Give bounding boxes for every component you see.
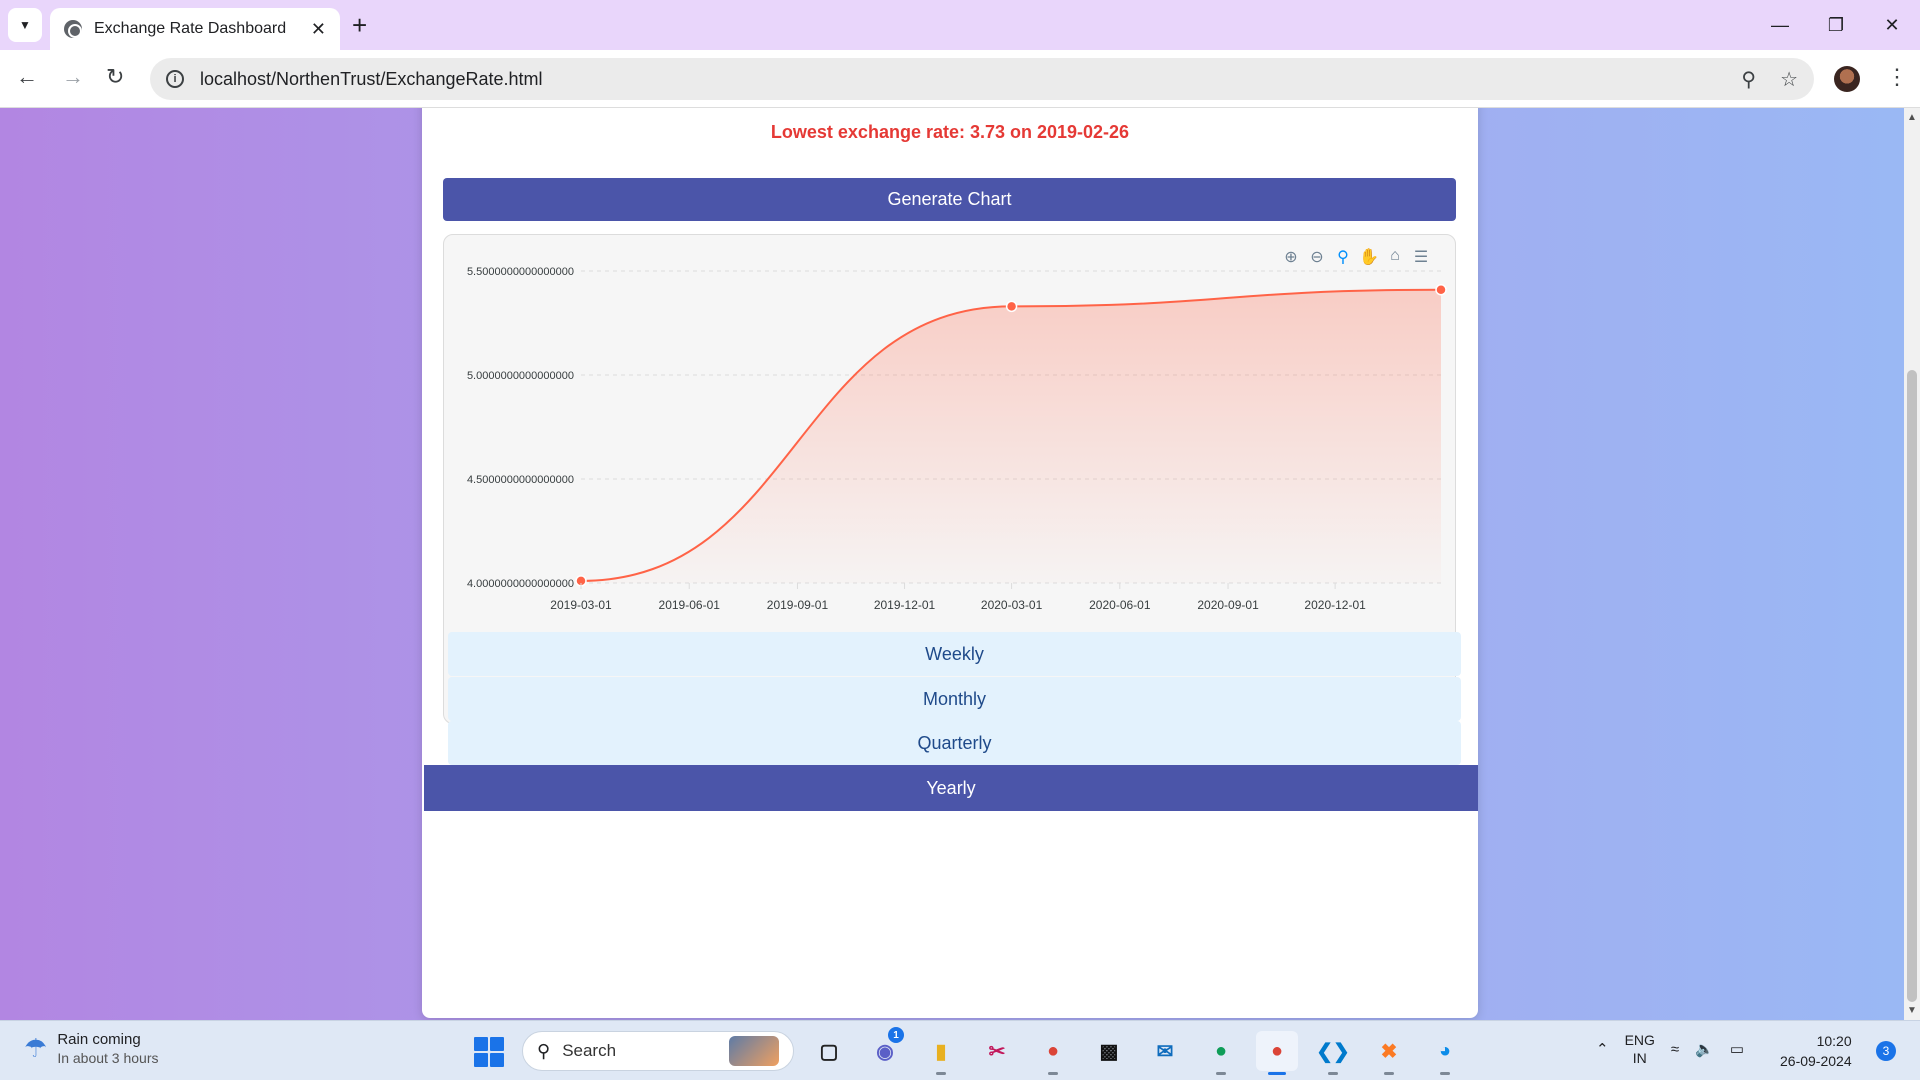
site-info-icon[interactable]: i — [166, 70, 184, 88]
x-tick-label: 2019-09-01 — [767, 598, 829, 612]
scroll-thumb[interactable] — [1907, 370, 1917, 1002]
xampp-icon[interactable]: ✖ — [1368, 1031, 1410, 1075]
data-point[interactable] — [1005, 300, 1018, 313]
vscode-icon[interactable]: ❮❯ — [1312, 1031, 1354, 1075]
x-tick-label: 2020-12-01 — [1304, 598, 1366, 612]
minimize-icon[interactable]: — — [1752, 0, 1808, 50]
address-bar[interactable]: i localhost/NorthenTrust/ExchangeRate.ht… — [150, 58, 1814, 100]
y-tick-label: 4.5000000000000000 — [467, 474, 574, 486]
chrome-profile-j-icon[interactable]: ● — [1200, 1031, 1242, 1075]
chevron-down-icon: ▼ — [19, 18, 31, 32]
teams-badge: 1 — [888, 1027, 904, 1043]
file-explorer-icon[interactable]: ▮ — [920, 1031, 962, 1075]
generate-chart-button[interactable]: Generate Chart — [443, 178, 1456, 221]
tab-title: Exchange Rate Dashboard — [94, 20, 287, 37]
taskbar: ☂ Rain coming In about 3 hours ⚲ Search … — [0, 1020, 1920, 1080]
terminal-icon[interactable]: ▩ — [1088, 1031, 1130, 1071]
taskbar-search[interactable]: ⚲ Search — [522, 1031, 794, 1071]
language-indicator[interactable]: ENG IN — [1625, 1031, 1655, 1067]
weather-widget[interactable]: ☂ Rain coming In about 3 hours — [24, 1031, 159, 1066]
scroll-up-icon[interactable]: ▲ — [1907, 112, 1917, 123]
x-tick-label: 2019-12-01 — [874, 598, 936, 612]
wifi-icon[interactable]: ≈ — [1671, 1041, 1679, 1058]
data-point[interactable] — [1435, 283, 1447, 296]
y-tick-label: 5.0000000000000000 — [467, 370, 574, 382]
edge-icon[interactable]: ◕ — [1424, 1031, 1466, 1075]
period-button-monthly[interactable]: Monthly — [448, 677, 1461, 721]
system-tray: ⌃ ENG IN ≈ 🔈 ▭ — [1596, 1031, 1744, 1067]
close-tab-icon[interactable]: ✕ — [311, 19, 326, 40]
lowest-rate-text: Lowest exchange rate: 3.73 on 2019-02-26 — [770, 122, 1130, 142]
x-tick-label: 2019-03-01 — [550, 598, 612, 612]
browser-tabstrip: ▼ Exchange Rate Dashboard ✕ + — ❐ ✕ — [0, 0, 1920, 50]
umbrella-rain-icon: ☂ — [24, 1033, 48, 1063]
browser-tab[interactable]: Exchange Rate Dashboard ✕ — [50, 8, 340, 50]
new-tab-button[interactable]: + — [352, 10, 367, 41]
weather-subtitle: In about 3 hours — [57, 1050, 159, 1066]
url-text[interactable]: localhost/NorthenTrust/ExchangeRate.html — [200, 69, 1717, 90]
bookmark-star-icon[interactable]: ☆ — [1780, 67, 1798, 92]
scroll-down-icon[interactable]: ▼ — [1907, 1005, 1917, 1016]
restore-icon[interactable]: ❐ — [1808, 0, 1864, 50]
x-tick-label: 2020-03-01 — [981, 598, 1043, 612]
clock[interactable]: 10:20 26-09-2024 — [1780, 1031, 1852, 1071]
language-code: ENG — [1624, 1032, 1655, 1048]
chevron-up-icon[interactable]: ⌃ — [1596, 1040, 1609, 1058]
dashboard-card: Lowest exchange rate: 3.73 on 2019-02-26… — [422, 108, 1478, 1018]
area-fill — [581, 289, 1441, 583]
clock-date: 26-09-2024 — [1780, 1053, 1852, 1069]
volume-icon[interactable]: 🔈 — [1695, 1040, 1714, 1058]
y-tick-label: 4.0000000000000000 — [467, 578, 574, 590]
period-button-yearly[interactable]: Yearly — [424, 765, 1478, 811]
taskbar-apps: ▢ ◉ 1 ▮ ✂ ● ▩ ✉ ● ● ❮❯ ✖ ◕ — [808, 1027, 1466, 1075]
snipping-tool-icon[interactable]: ✂ — [976, 1031, 1018, 1071]
region-code: IN — [1632, 1050, 1647, 1066]
page-viewport: Lowest exchange rate: 3.73 on 2019-02-26… — [0, 108, 1904, 1020]
period-button-quarterly[interactable]: Quarterly — [448, 721, 1461, 765]
clock-time: 10:20 — [1816, 1033, 1852, 1049]
page-scrollbar[interactable]: ▲ ▼ — [1904, 108, 1920, 1020]
y-tick-label: 5.5000000000000000 — [467, 266, 574, 278]
tab-search-button[interactable]: ▼ — [8, 8, 42, 42]
task-view-icon[interactable]: ▢ — [808, 1031, 850, 1071]
chrome-profile-s-icon[interactable]: ● — [1032, 1031, 1074, 1075]
back-arrow-icon[interactable]: ← — [16, 64, 38, 90]
globe-icon — [64, 20, 82, 38]
notification-badge[interactable]: 3 — [1876, 1041, 1896, 1061]
search-highlight-image — [729, 1036, 779, 1066]
x-tick-label: 2019-06-01 — [659, 598, 721, 612]
period-button-weekly[interactable]: Weekly — [448, 632, 1461, 676]
close-window-icon[interactable]: ✕ — [1864, 0, 1920, 50]
x-tick-label: 2020-09-01 — [1197, 598, 1259, 612]
search-placeholder: Search — [562, 1041, 617, 1060]
forward-arrow-icon[interactable]: → — [62, 64, 84, 90]
profile-avatar[interactable] — [1834, 66, 1860, 92]
teams-icon[interactable]: ◉ 1 — [864, 1027, 906, 1071]
window-controls: — ❐ ✕ — [1752, 0, 1920, 50]
x-tick-label: 2020-06-01 — [1089, 598, 1151, 612]
search-icon: ⚲ — [537, 1040, 551, 1061]
mail-icon[interactable]: ✉ — [1144, 1031, 1186, 1071]
chrome-active-icon[interactable]: ● — [1256, 1031, 1298, 1075]
browser-toolbar: ← → ↻ i localhost/NorthenTrust/ExchangeR… — [0, 50, 1920, 108]
reload-icon[interactable]: ↻ — [106, 64, 124, 90]
zoom-icon[interactable]: ⚲ — [1741, 67, 1756, 92]
weather-title: Rain coming — [57, 1031, 141, 1048]
browser-menu-icon[interactable]: ⋮ — [1886, 64, 1908, 90]
windows-start-icon[interactable] — [474, 1037, 504, 1067]
battery-icon[interactable]: ▭ — [1730, 1040, 1744, 1058]
